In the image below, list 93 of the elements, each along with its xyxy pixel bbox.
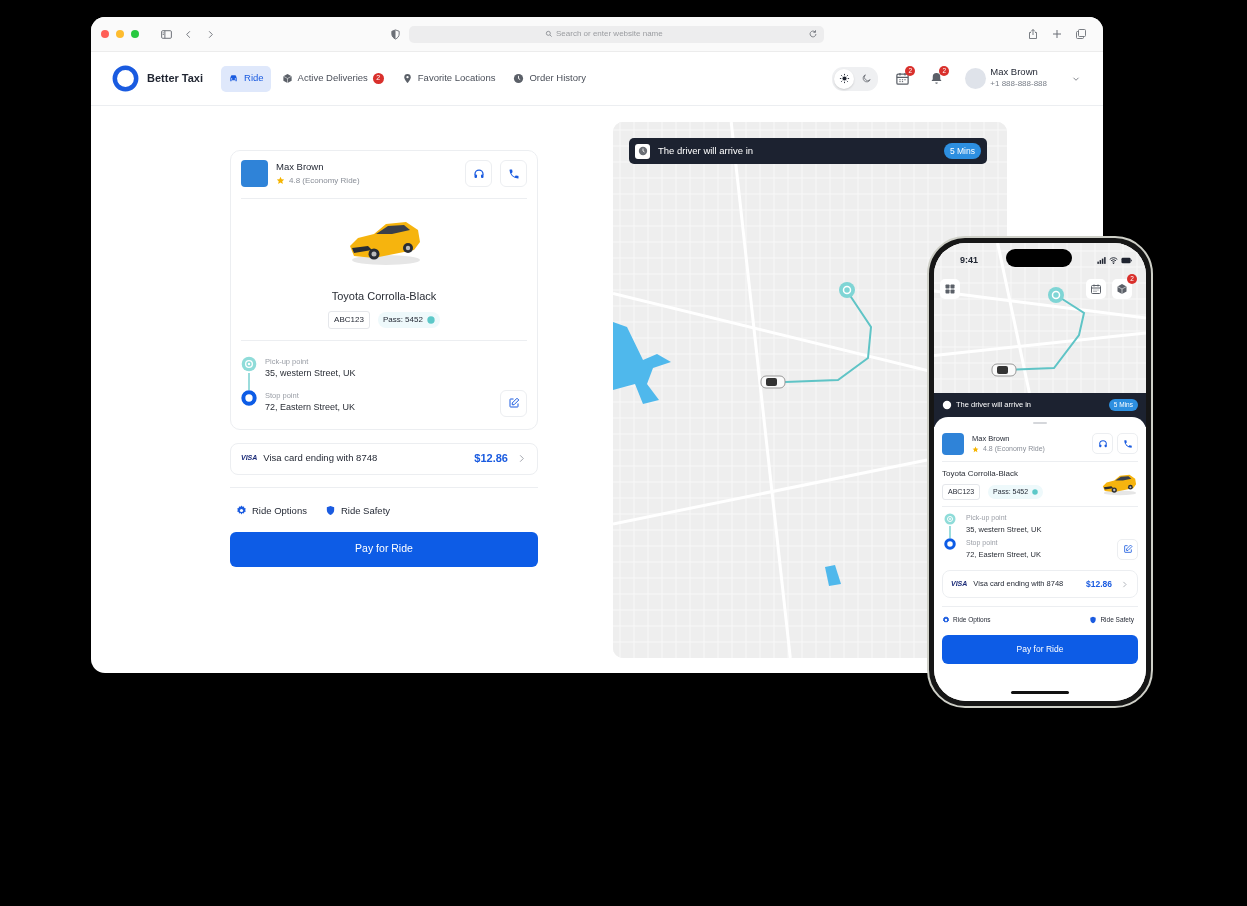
- stop-address: 35, western Street, UK: [265, 366, 357, 380]
- share-icon: [1027, 28, 1039, 40]
- edit-route-button[interactable]: [500, 389, 527, 417]
- star-icon: [972, 445, 979, 453]
- calendar-button[interactable]: [895, 71, 911, 86]
- car-icon: [228, 73, 240, 84]
- plate-number: ABC123: [328, 310, 370, 329]
- stop-marker-icon: [944, 538, 956, 551]
- driver-rating: 4.8 (Economy Ride): [289, 174, 360, 187]
- car-model: Toyota Corrolla-Black: [331, 289, 437, 304]
- logo-icon: [112, 65, 139, 92]
- taxi-car-drawing: [1100, 472, 1138, 496]
- nav-tab[interactable]: Order History: [506, 65, 593, 92]
- location-pin-icon: [401, 73, 413, 84]
- nav-tab[interactable]: Favorite Locations: [394, 65, 503, 92]
- calendar-icon: [1090, 283, 1102, 295]
- clock-icon: [637, 146, 648, 156]
- pickup-marker-icon: [241, 355, 257, 372]
- pickup-marker-icon: [944, 513, 956, 526]
- moon-icon: [860, 73, 872, 84]
- ride-safety-button[interactable]: Ride Safety: [324, 503, 391, 518]
- user-name: Max Brown: [990, 67, 1039, 78]
- brand-name: Better Taxi: [147, 71, 204, 87]
- pay-button[interactable]: Pay for Ride: [230, 531, 538, 567]
- grid-icon: [944, 283, 956, 295]
- maximize-button[interactable]: [131, 30, 139, 38]
- new-tab-icon: [1051, 28, 1063, 40]
- pickup-pin-icon: [1048, 287, 1064, 303]
- user-avatar: [965, 68, 987, 89]
- calendar-button[interactable]: [1086, 279, 1106, 299]
- camera-notch: [1006, 249, 1072, 267]
- arrival-text: The driver will arrive in: [658, 143, 755, 158]
- phone-icon: [1122, 438, 1133, 449]
- light-mode-button[interactable]: [834, 68, 855, 89]
- route-connector-line: [248, 372, 250, 390]
- support-button[interactable]: [1092, 433, 1113, 455]
- driver-name: Max Brown: [276, 160, 325, 175]
- car-model: Toyota Corrolla-Black: [942, 467, 1020, 480]
- tabs-icon: [1075, 28, 1087, 40]
- pass-code: Pass: 5452: [382, 313, 423, 326]
- stop-marker-icon: [241, 389, 257, 406]
- shield-icon: [324, 505, 336, 517]
- home-indicator: [1011, 691, 1069, 694]
- drag-handle: [1033, 421, 1047, 424]
- star-icon: [276, 176, 285, 186]
- driver-photo: [241, 160, 268, 187]
- address-field[interactable]: Search or enter website name: [556, 28, 678, 40]
- pay-button[interactable]: Pay for Ride: [942, 634, 1138, 664]
- edit-route-button[interactable]: [1117, 538, 1138, 560]
- call-button[interactable]: [1117, 433, 1138, 455]
- ride-options-button[interactable]: Ride Options: [236, 503, 307, 518]
- pickup-pin-icon: [839, 282, 855, 298]
- status-time: 9:41: [960, 254, 978, 267]
- arrival-time: 5 Mins: [943, 142, 981, 160]
- close-button[interactable]: [101, 30, 109, 38]
- fare-amount: $12.86: [474, 451, 508, 467]
- battery-icon: [1121, 255, 1132, 266]
- headset-icon: [1097, 438, 1108, 449]
- call-button[interactable]: [500, 160, 527, 187]
- chevron-right-icon: [1120, 579, 1129, 589]
- clock-icon: [942, 399, 952, 410]
- settings-icon: [236, 505, 247, 517]
- sun-icon: [838, 73, 850, 84]
- reload-icon: [808, 29, 818, 39]
- wifi-icon: [1109, 256, 1118, 265]
- dot-icon: [1032, 489, 1039, 495]
- car-marker-icon: [991, 363, 1017, 377]
- fare-amount: $12.86: [1086, 577, 1112, 591]
- box-icon: [281, 73, 293, 84]
- sidebar-icon: [160, 27, 173, 41]
- shield-icon: [1089, 615, 1098, 624]
- deliveries-button[interactable]: [1112, 279, 1132, 299]
- card-label: Visa card ending with 8748: [263, 451, 378, 466]
- route-connector-line: [949, 526, 951, 539]
- user-phone: +1 888-888-888: [990, 77, 1047, 90]
- edit-icon: [507, 397, 520, 409]
- phone-icon: [507, 167, 520, 180]
- edit-icon: [1122, 544, 1133, 555]
- settings-icon: [942, 615, 950, 624]
- search-icon: [545, 30, 553, 38]
- headset-icon: [472, 167, 485, 180]
- driver-photo: [942, 432, 964, 455]
- support-button[interactable]: [465, 160, 492, 187]
- calendar-icon: [895, 71, 911, 86]
- clock-icon: [513, 73, 525, 84]
- box-icon: [1116, 283, 1128, 295]
- stop-address: 72, Eastern Street, UK: [265, 400, 357, 414]
- car-marker-icon: [760, 375, 786, 389]
- privacy-shield-icon: [390, 28, 401, 40]
- nav-tab[interactable]: Ride: [221, 65, 271, 92]
- dot-icon: [426, 315, 435, 324]
- menu-button[interactable]: [940, 279, 960, 299]
- signal-icon: [1097, 256, 1106, 265]
